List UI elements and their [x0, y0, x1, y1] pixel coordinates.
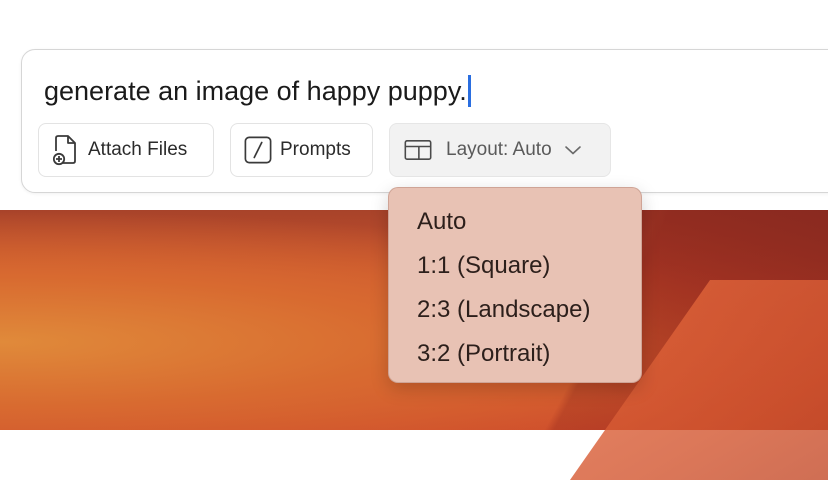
- layout-icon: [404, 134, 432, 166]
- prompts-button[interactable]: Prompts: [230, 123, 373, 177]
- prompts-icon: [244, 134, 272, 166]
- chevron-down-icon: [564, 144, 582, 156]
- attach-files-label: Attach Files: [88, 139, 188, 160]
- layout-option-auto[interactable]: Auto: [389, 206, 641, 250]
- prompt-input[interactable]: generate an image of happy puppy.: [44, 74, 471, 108]
- attach-file-icon: [52, 134, 80, 166]
- layout-select-label: Layout: Auto: [446, 139, 552, 160]
- layout-dropdown-menu: Auto 1:1 (Square) 2:3 (Landscape) 3:2 (P…: [388, 187, 642, 383]
- text-caret: [467, 75, 471, 107]
- layout-option-square[interactable]: 1:1 (Square): [389, 250, 641, 294]
- layout-select[interactable]: Layout: Auto: [389, 123, 611, 177]
- prompts-label: Prompts: [280, 139, 351, 160]
- attach-files-button[interactable]: Attach Files: [38, 123, 214, 177]
- prompt-input-text: generate an image of happy puppy.: [44, 76, 467, 106]
- layout-option-portrait[interactable]: 3:2 (Portrait): [389, 338, 641, 382]
- layout-option-landscape[interactable]: 2:3 (Landscape): [389, 294, 641, 338]
- prompt-composer[interactable]: generate an image of happy puppy. Attach…: [21, 49, 828, 193]
